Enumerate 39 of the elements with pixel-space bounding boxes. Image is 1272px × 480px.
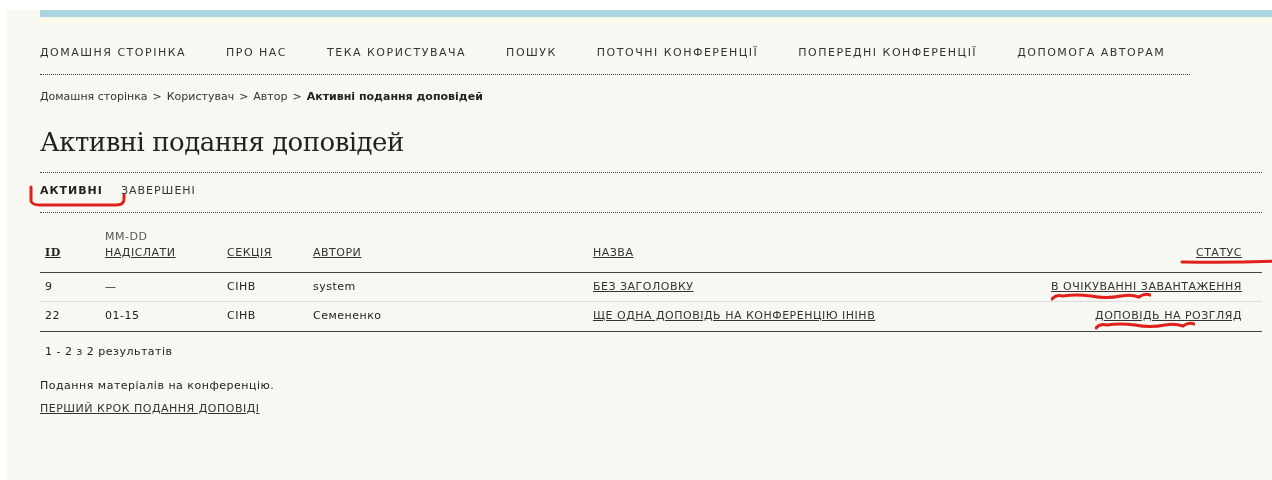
results-count: 1 - 2 з 2 результатів bbox=[44, 343, 174, 360]
table-cell: system bbox=[313, 279, 356, 293]
breadcrumb-current: Активні подання доповідей bbox=[306, 89, 483, 103]
table-cell: СІНВ bbox=[227, 279, 256, 293]
breadcrumb-link[interactable]: Автор bbox=[253, 89, 288, 103]
breadcrumb-separator: > bbox=[292, 89, 302, 103]
nav-link[interactable]: ПРО НАС bbox=[226, 45, 288, 62]
column-header-link[interactable]: АВТОРИ bbox=[313, 246, 362, 259]
tab[interactable]: АКТИВНІ bbox=[40, 184, 103, 197]
footer-text: Подання матеріалів на конференцію. bbox=[40, 378, 276, 394]
nav-link[interactable]: ПОШУК bbox=[506, 45, 557, 62]
table-cell: 01-15 bbox=[105, 309, 140, 322]
column-header-link[interactable]: НАЗВА bbox=[593, 246, 634, 259]
status-link[interactable]: В ОЧІКУВАННІ ЗАВАНТАЖЕННЯ bbox=[1051, 279, 1242, 293]
nav-link[interactable]: ДОМАШНЯ СТОРІНКА bbox=[40, 45, 186, 62]
nav-link[interactable]: ДОПОМОГА АВТОРАМ bbox=[1017, 45, 1166, 62]
column-header-link[interactable]: СЕКЦІЯ bbox=[227, 246, 272, 259]
first-step-link[interactable]: ПЕРШИЙ КРОК ПОДАННЯ ДОПОВІДІ bbox=[40, 401, 260, 415]
column-header-link[interactable]: НАДІСЛАТИ bbox=[105, 246, 176, 259]
table-cell: Семененко bbox=[313, 309, 382, 322]
column-header-link[interactable]: СТАТУС bbox=[1195, 246, 1242, 259]
table-cell: 9 bbox=[45, 279, 53, 293]
page-title: Активні подання доповідей bbox=[40, 105, 1262, 173]
column-caption: MM-DD bbox=[105, 228, 149, 245]
tab[interactable]: ЗАВЕРШЕНІ bbox=[120, 184, 196, 197]
nav-link[interactable]: ТЕКА КОРИСТУВАЧА bbox=[327, 45, 467, 62]
title-link[interactable]: БЕЗ ЗАГОЛОВКУ bbox=[593, 278, 694, 295]
breadcrumb-link[interactable]: Користувач bbox=[166, 89, 235, 103]
title-link[interactable]: ЩЕ ОДНА ДОПОВІДЬ НА КОНФЕРЕНЦІЮ ІНІНВ bbox=[593, 308, 876, 325]
table-cell: — bbox=[105, 279, 117, 293]
table-cell: 22 bbox=[45, 309, 60, 322]
breadcrumb-separator: > bbox=[239, 89, 249, 103]
nav-link[interactable]: ПОПЕРЕДНІ КОНФЕРЕНЦІЇ bbox=[798, 45, 978, 62]
status-link[interactable]: ДОПОВІДЬ НА РОЗГЛЯД bbox=[1095, 309, 1242, 322]
column-header-link[interactable]: ID bbox=[45, 246, 61, 259]
breadcrumb-separator: > bbox=[152, 89, 162, 103]
nav-link[interactable]: ПОТОЧНІ КОНФЕРЕНЦІЇ bbox=[596, 45, 759, 62]
table-cell: СІНВ bbox=[227, 309, 256, 322]
breadcrumb-link[interactable]: Домашня сторінка bbox=[40, 89, 148, 103]
